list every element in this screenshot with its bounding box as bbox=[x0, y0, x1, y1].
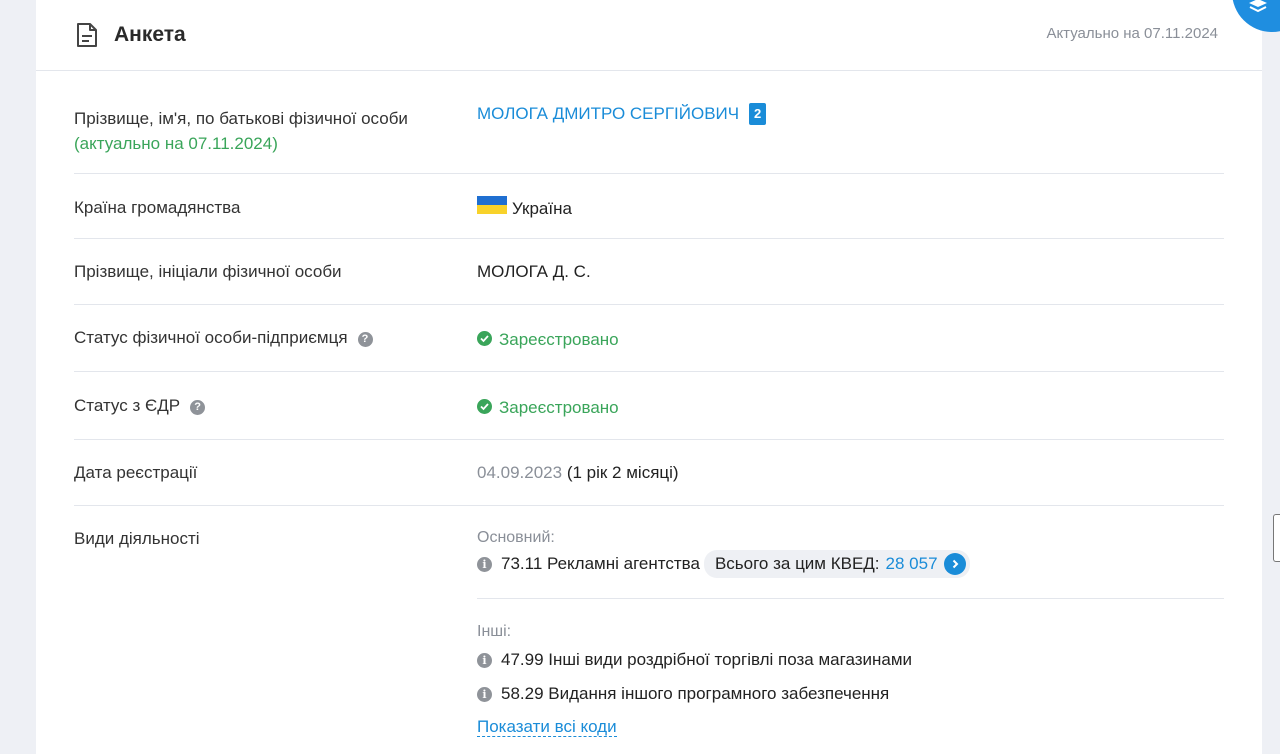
help-icon[interactable]: ? bbox=[357, 332, 373, 347]
kved-total-count: 28 057 bbox=[885, 554, 938, 573]
row-fop-status: Статус фізичної особи-підприємця? Зареєс… bbox=[74, 305, 1224, 372]
side-scroll-handle[interactable] bbox=[1273, 514, 1280, 562]
kved-total-label: Всього за цим КВЕД: bbox=[714, 554, 880, 573]
registration-date: 04.09.2023 bbox=[477, 463, 563, 482]
edr-status-label-text: Статус з ЄДР bbox=[74, 396, 181, 415]
row-full-name: Прізвище, ім'я, по батькові фізичної осо… bbox=[74, 71, 1224, 174]
citizenship-country: Україна bbox=[512, 199, 572, 218]
citizenship-value: Україна bbox=[477, 196, 572, 219]
edr-status-value: Зареєстровано bbox=[477, 398, 619, 418]
citizenship-label: Країна громадянства bbox=[74, 198, 241, 217]
row-edr-status: Статус з ЄДР? Зареєстровано bbox=[74, 372, 1224, 440]
info-icon[interactable]: i bbox=[477, 556, 492, 572]
registration-date-label: Дата реєстрації bbox=[74, 463, 198, 482]
show-all-codes-text[interactable]: Показати всі коди bbox=[477, 717, 617, 737]
initials-value: МОЛОГА Д. С. bbox=[477, 262, 591, 281]
fop-status-value: Зареєстровано bbox=[477, 330, 619, 350]
other-activity-item: i 47.99 Інші види роздрібної торгівлі поз… bbox=[477, 650, 912, 670]
activities-label: Види діяльності bbox=[74, 529, 200, 548]
row-registration-date: Дата реєстрації 04.09.2023 (1 рік 2 міся… bbox=[74, 440, 1224, 506]
registration-date-value: 04.09.2023 (1 рік 2 місяці) bbox=[477, 463, 679, 483]
profile-fields: Прізвище, ім'я, по батькові фізичної осо… bbox=[74, 71, 1224, 754]
main-activity: i 73.11 Рекламні агентства Всього за цим… bbox=[477, 550, 970, 578]
full-name-value: МОЛОГА ДМИТРО СЕРГІЙОВИЧ 2 bbox=[477, 103, 767, 125]
edr-status-text: Зареєстровано bbox=[499, 398, 619, 417]
ukraine-flag-icon bbox=[477, 196, 507, 214]
full-name-label: Прізвище, ім'я, по батькові фізичної осо… bbox=[74, 106, 408, 156]
info-icon[interactable]: i bbox=[477, 687, 492, 702]
other-activities-heading: Інші: bbox=[477, 623, 512, 640]
check-circle-icon bbox=[477, 331, 492, 346]
name-count-badge[interactable]: 2 bbox=[749, 103, 767, 125]
arrow-right-icon[interactable] bbox=[943, 553, 966, 575]
other-activity-text: 58.29 Видання іншого програмного забезпе… bbox=[501, 684, 890, 703]
activities-divider bbox=[477, 598, 1224, 599]
check-circle-icon bbox=[477, 399, 492, 414]
document-icon bbox=[76, 22, 98, 48]
initials-label: Прізвище, ініціали фізичної особи bbox=[74, 262, 342, 281]
row-citizenship: Країна громадянства Україна bbox=[74, 174, 1224, 239]
full-name-sublabel: (актуально на 07.11.2024) bbox=[74, 134, 278, 153]
help-icon[interactable]: ? bbox=[190, 400, 206, 415]
other-activity-text: 47.99 Інші види роздрібної торгівлі поза… bbox=[501, 650, 913, 669]
fop-status-label-text: Статус фізичної особи-підприємця bbox=[74, 328, 348, 347]
page-title: Анкета bbox=[114, 23, 186, 46]
fop-status-text: Зареєстровано bbox=[499, 330, 619, 349]
card-header: Анкета Актуально на 07.11.2024 bbox=[36, 0, 1262, 71]
main-activity-heading: Основний: bbox=[477, 529, 555, 546]
full-name-label-text: Прізвище, ім'я, по батькові фізичної осо… bbox=[74, 109, 408, 128]
row-activities: Види діяльності Основний: i 73.11 Реклам… bbox=[74, 506, 1224, 754]
other-activity-item: i 58.29 Видання іншого програмного забезп… bbox=[477, 684, 889, 704]
full-name-link[interactable]: МОЛОГА ДМИТРО СЕРГІЙОВИЧ bbox=[477, 104, 739, 123]
actual-date: Актуально на 07.11.2024 bbox=[1046, 25, 1218, 42]
registration-duration: (1 рік 2 місяці) bbox=[566, 463, 679, 482]
edr-status-label: Статус з ЄДР? bbox=[74, 396, 206, 416]
fop-status-label: Статус фізичної особи-підприємця? bbox=[74, 328, 373, 348]
profile-card: Анкета Актуально на 07.11.2024 Прізвище,… bbox=[36, 0, 1280, 754]
main-activity-code: 73.11 Рекламні агентства bbox=[501, 554, 700, 573]
row-initials: Прізвище, ініціали фізичної особи МОЛОГА… bbox=[74, 239, 1224, 305]
kved-total-button[interactable]: Всього за цим КВЕД: 28 057 bbox=[703, 550, 970, 578]
info-icon[interactable]: i bbox=[477, 653, 492, 668]
show-all-codes-link[interactable]: Показати всі коди bbox=[477, 717, 617, 737]
